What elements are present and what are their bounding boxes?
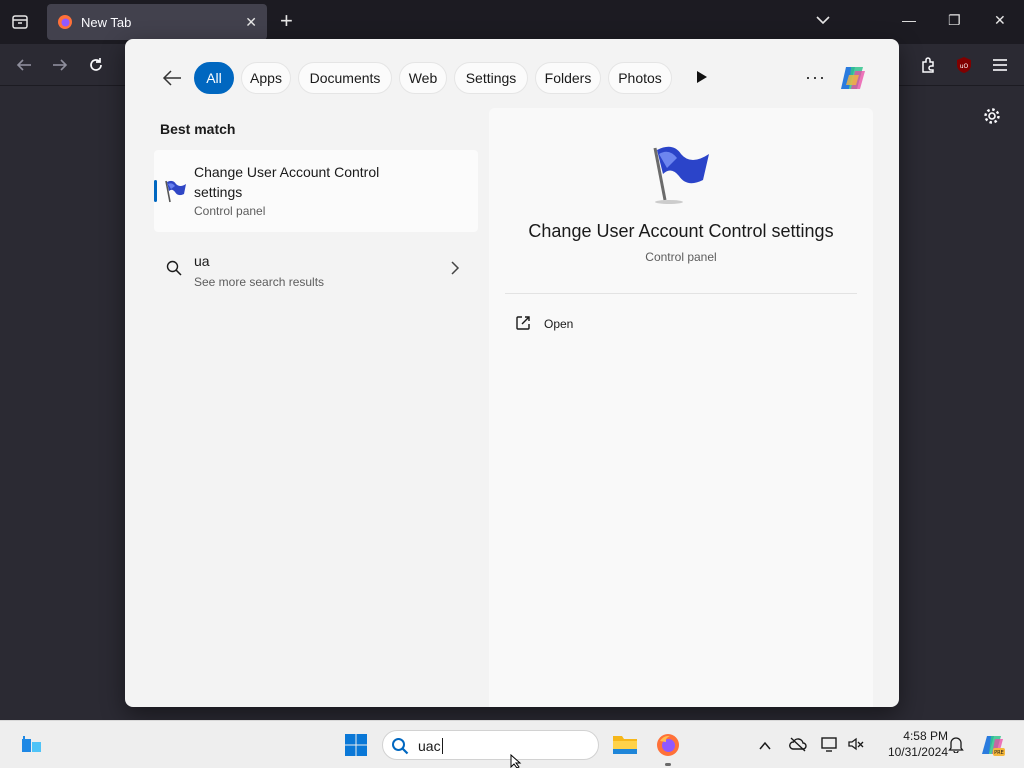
selection-indicator	[154, 180, 157, 202]
copilot-icon[interactable]	[837, 62, 869, 94]
svg-text:uO: uO	[960, 63, 969, 70]
extensions-icon[interactable]	[918, 55, 938, 75]
best-match-type: Control panel	[194, 204, 266, 218]
copilot-icon[interactable]: PRE	[980, 732, 1006, 763]
chevron-up-icon[interactable]	[759, 738, 771, 756]
filter-tab-photos[interactable]: Photos	[608, 62, 672, 94]
uac-flag-icon	[165, 180, 186, 203]
new-tab-button[interactable]: +	[280, 10, 293, 32]
minimize-button[interactable]: —	[902, 12, 916, 28]
search-icon	[392, 738, 409, 755]
file-explorer-icon[interactable]	[612, 733, 638, 760]
widgets-icon[interactable]	[20, 734, 44, 761]
notification-bell-icon[interactable]	[948, 735, 964, 758]
running-indicator	[665, 763, 671, 766]
open-external-icon	[516, 316, 530, 330]
firefox-icon[interactable]	[656, 733, 680, 762]
suggestion-query: ua	[194, 253, 210, 269]
network-icon[interactable]	[821, 736, 839, 757]
tab-list-icon[interactable]	[8, 10, 32, 34]
taskbar-search-input[interactable]: uac	[382, 730, 599, 760]
filter-tab-all[interactable]: All	[194, 62, 234, 94]
chevron-down-icon[interactable]	[816, 12, 830, 30]
divider	[505, 293, 857, 294]
result-detail-pane: Change User Account Control settings Con…	[489, 108, 873, 707]
filter-tab-apps[interactable]: Apps	[241, 62, 291, 94]
chevron-right-icon	[451, 261, 460, 275]
volume-muted-icon[interactable]	[847, 736, 865, 757]
browser-tab[interactable]: New Tab ✕	[47, 4, 267, 40]
browser-tabbar: New Tab ✕ + — ❐ ✕	[0, 0, 1024, 44]
detail-title: Change User Account Control settings	[528, 221, 834, 241]
onedrive-offline-icon[interactable]	[789, 736, 807, 757]
clock-time: 4:58 PM	[903, 729, 948, 743]
open-action[interactable]: Open	[505, 308, 857, 340]
filter-tab-web[interactable]: Web	[399, 62, 447, 94]
gear-icon[interactable]	[982, 106, 1002, 131]
best-match-heading: Best match	[160, 121, 236, 137]
filter-tab-settings[interactable]: Settings	[454, 62, 528, 94]
suggestion-subtitle: See more search results	[194, 275, 325, 289]
uac-flag-icon	[653, 146, 709, 204]
menu-icon[interactable]	[990, 55, 1010, 75]
close-window-button[interactable]: ✕	[994, 12, 1006, 29]
mouse-cursor-icon	[510, 753, 522, 768]
svg-text:PRE: PRE	[994, 750, 1004, 756]
web-search-suggestion[interactable]: ua See more search results	[154, 243, 478, 293]
more-options-button[interactable]: ···	[805, 67, 826, 88]
tab-close-icon[interactable]: ✕	[245, 14, 257, 31]
play-icon[interactable]	[696, 70, 708, 84]
filter-tab-folders[interactable]: Folders	[535, 62, 601, 94]
open-label: Open	[544, 317, 574, 331]
system-clock[interactable]: 4:58 PM 10/31/2024	[870, 728, 948, 760]
start-search-flyout: All Apps Documents Web Settings Folders …	[125, 39, 899, 707]
windows-start-icon[interactable]	[344, 733, 368, 762]
firefox-icon	[58, 15, 72, 29]
filter-tab-documents[interactable]: Documents	[298, 62, 392, 94]
ublock-icon[interactable]: uO	[954, 55, 974, 75]
best-match-result[interactable]: Change User Account Control settings Con…	[154, 150, 478, 232]
restore-button[interactable]: ❐	[948, 12, 961, 29]
best-match-name: Change User Account Control settings	[194, 164, 380, 200]
back-arrow-icon[interactable]	[14, 55, 34, 75]
search-icon	[166, 260, 182, 276]
detail-type: Control panel	[645, 250, 717, 264]
back-arrow-icon[interactable]	[161, 67, 185, 91]
forward-arrow-icon[interactable]	[50, 55, 70, 75]
reload-icon[interactable]	[86, 55, 106, 75]
clock-date: 10/31/2024	[887, 745, 948, 759]
search-query-text: uac	[418, 738, 443, 754]
tab-title: New Tab	[81, 14, 132, 30]
